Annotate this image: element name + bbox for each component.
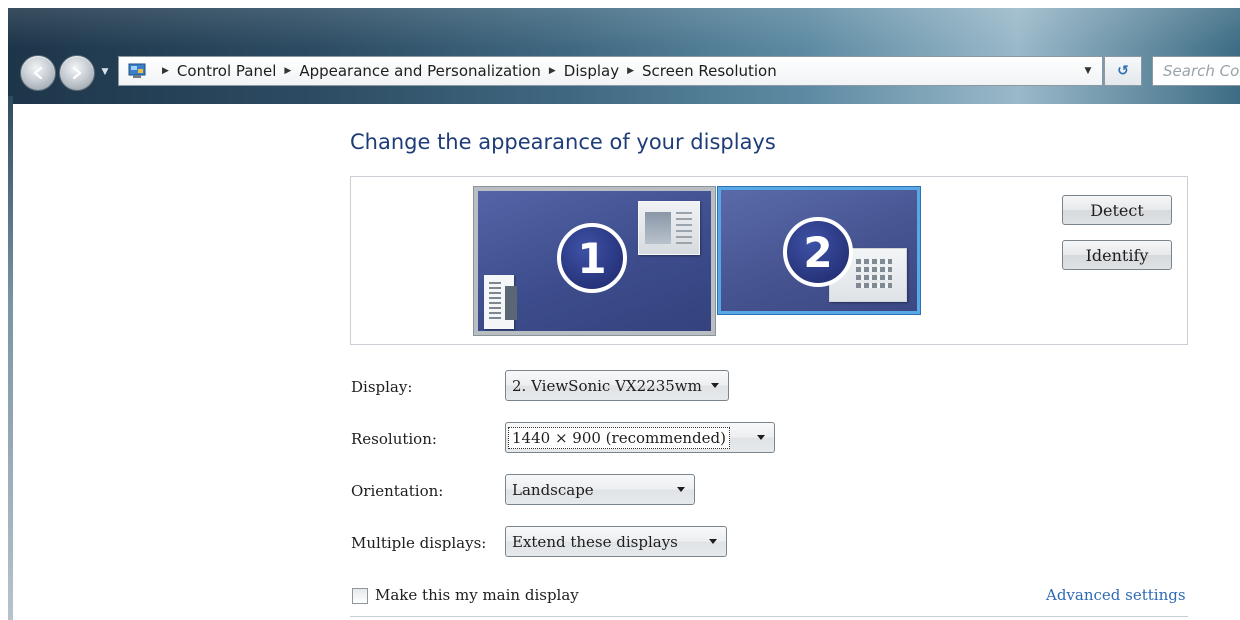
- search-input[interactable]: Search Control Panel: [1152, 56, 1240, 86]
- forward-arrow-icon: [72, 66, 82, 80]
- orientation-select-value: Landscape: [512, 480, 594, 499]
- display-select-value: 2. ViewSonic VX2235wm: [512, 376, 702, 395]
- window-preview-icon: [638, 201, 700, 255]
- orientation-label: Orientation:: [351, 482, 444, 500]
- address-bar[interactable]: ▶ Control Panel ▶ Appearance and Persona…: [118, 56, 1103, 86]
- chevron-down-icon: [757, 435, 765, 440]
- resolution-select-value: 1440 × 900 (recommended): [508, 426, 730, 449]
- resolution-select[interactable]: 1440 × 900 (recommended): [505, 422, 775, 453]
- breadcrumb-separator[interactable]: ▶: [162, 66, 169, 76]
- refresh-icon: ↺: [1117, 63, 1129, 79]
- detect-button[interactable]: Detect: [1062, 195, 1172, 225]
- breadcrumb-separator[interactable]: ▶: [627, 66, 634, 76]
- breadcrumb-display[interactable]: Display: [564, 62, 619, 80]
- forward-button[interactable]: [59, 55, 95, 91]
- multiple-displays-label: Multiple displays:: [351, 534, 487, 552]
- identify-button[interactable]: Identify: [1062, 240, 1172, 270]
- back-button[interactable]: [20, 55, 56, 91]
- page-title: Change the appearance of your displays: [350, 130, 776, 154]
- monitor-2-tile[interactable]: 2: [718, 187, 920, 314]
- resolution-label: Resolution:: [351, 430, 437, 448]
- multiple-displays-select-value: Extend these displays: [512, 532, 678, 551]
- chevron-down-icon: [711, 383, 719, 388]
- advanced-settings-link[interactable]: Advanced settings: [1046, 586, 1186, 604]
- main-display-label[interactable]: Make this my main display: [375, 586, 579, 604]
- breadcrumb-control-panel[interactable]: Control Panel: [177, 62, 276, 80]
- chevron-down-icon: [709, 539, 717, 544]
- chevron-down-icon: [677, 487, 685, 492]
- breadcrumb-separator[interactable]: ▶: [549, 66, 556, 76]
- window-preview-icon: [484, 275, 517, 329]
- display-label: Display:: [351, 378, 413, 396]
- divider: [350, 616, 1188, 617]
- back-arrow-icon: [33, 66, 43, 80]
- monitor-1-tile[interactable]: 1: [474, 187, 715, 335]
- window-frame-edge: [8, 96, 13, 620]
- refresh-button[interactable]: ↺: [1104, 56, 1142, 86]
- monitor-number-badge: 2: [783, 217, 853, 287]
- control-panel-icon: [128, 63, 148, 79]
- multiple-displays-select[interactable]: Extend these displays: [505, 526, 727, 557]
- recent-pages-dropdown[interactable]: ▼: [99, 66, 111, 78]
- orientation-select[interactable]: Landscape: [505, 474, 695, 505]
- monitor-number-badge: 1: [557, 223, 627, 293]
- breadcrumb-appearance[interactable]: Appearance and Personalization: [299, 62, 541, 80]
- address-history-dropdown[interactable]: ▼: [1080, 57, 1096, 85]
- breadcrumb-screen-resolution[interactable]: Screen Resolution: [642, 62, 777, 80]
- breadcrumb-separator[interactable]: ▶: [284, 66, 291, 76]
- display-select[interactable]: 2. ViewSonic VX2235wm: [505, 370, 729, 401]
- main-display-checkbox[interactable]: [352, 588, 368, 604]
